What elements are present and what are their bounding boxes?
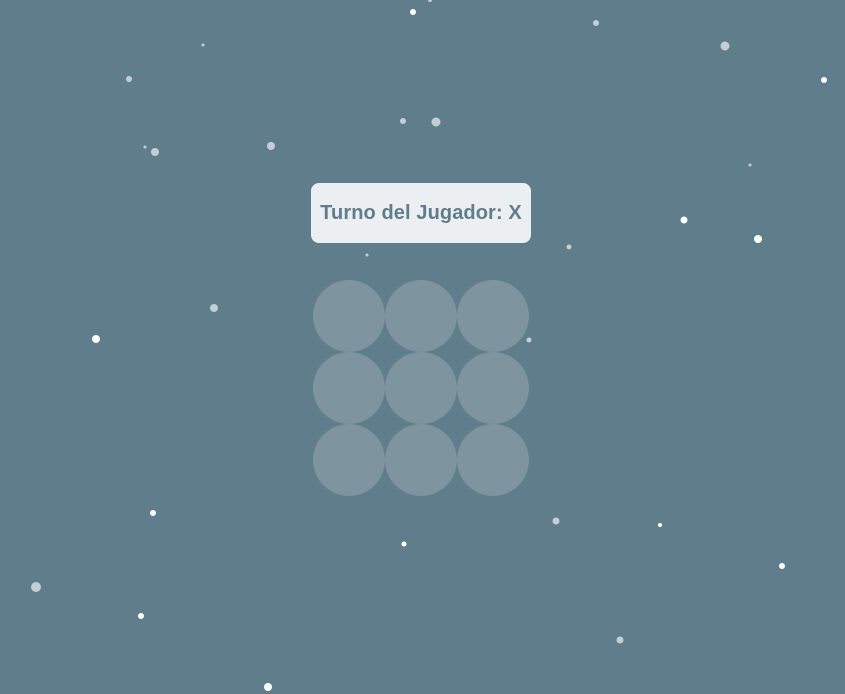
snowflake [138,613,144,619]
turn-status-panel: Turno del Jugador: X [311,183,531,243]
snowflake [779,563,785,569]
game-screen: Turno del Jugador: X [0,0,845,694]
board-cell-8[interactable] [385,424,457,496]
snowflake [754,235,762,243]
snowflake [365,253,369,257]
snowflake [720,41,730,51]
snowflake [264,683,272,691]
snowflake [401,541,407,547]
board-cell-9[interactable] [457,424,529,496]
snowflake [680,216,688,224]
board-cell-4[interactable] [313,352,385,424]
snowflake [593,20,599,26]
board-cell-3[interactable] [457,280,529,352]
snowflake [658,523,662,527]
turn-status-text: Turno del Jugador: X [320,201,522,224]
board-cell-5[interactable] [385,352,457,424]
snowflake [92,335,100,343]
board-cell-6[interactable] [457,352,529,424]
snowflake [566,244,572,250]
snowflake [552,517,560,525]
snowflake [143,145,147,149]
snowflake [126,76,132,82]
snowflake [821,77,827,83]
snowflake [748,163,752,167]
snowflake [210,304,218,312]
snowflake [431,117,441,127]
tic-tac-toe-board [313,280,529,496]
snowflake [150,510,156,516]
snowflake [616,636,624,644]
board-cell-2[interactable] [385,280,457,352]
snowflake [31,582,41,592]
snowflake [400,118,406,124]
snowflake [201,43,205,47]
snowflake [151,148,159,156]
board-cell-7[interactable] [313,424,385,496]
board-cell-1[interactable] [313,280,385,352]
snowflake [410,9,416,15]
snowflake [428,0,432,2]
snowflake [267,142,275,150]
